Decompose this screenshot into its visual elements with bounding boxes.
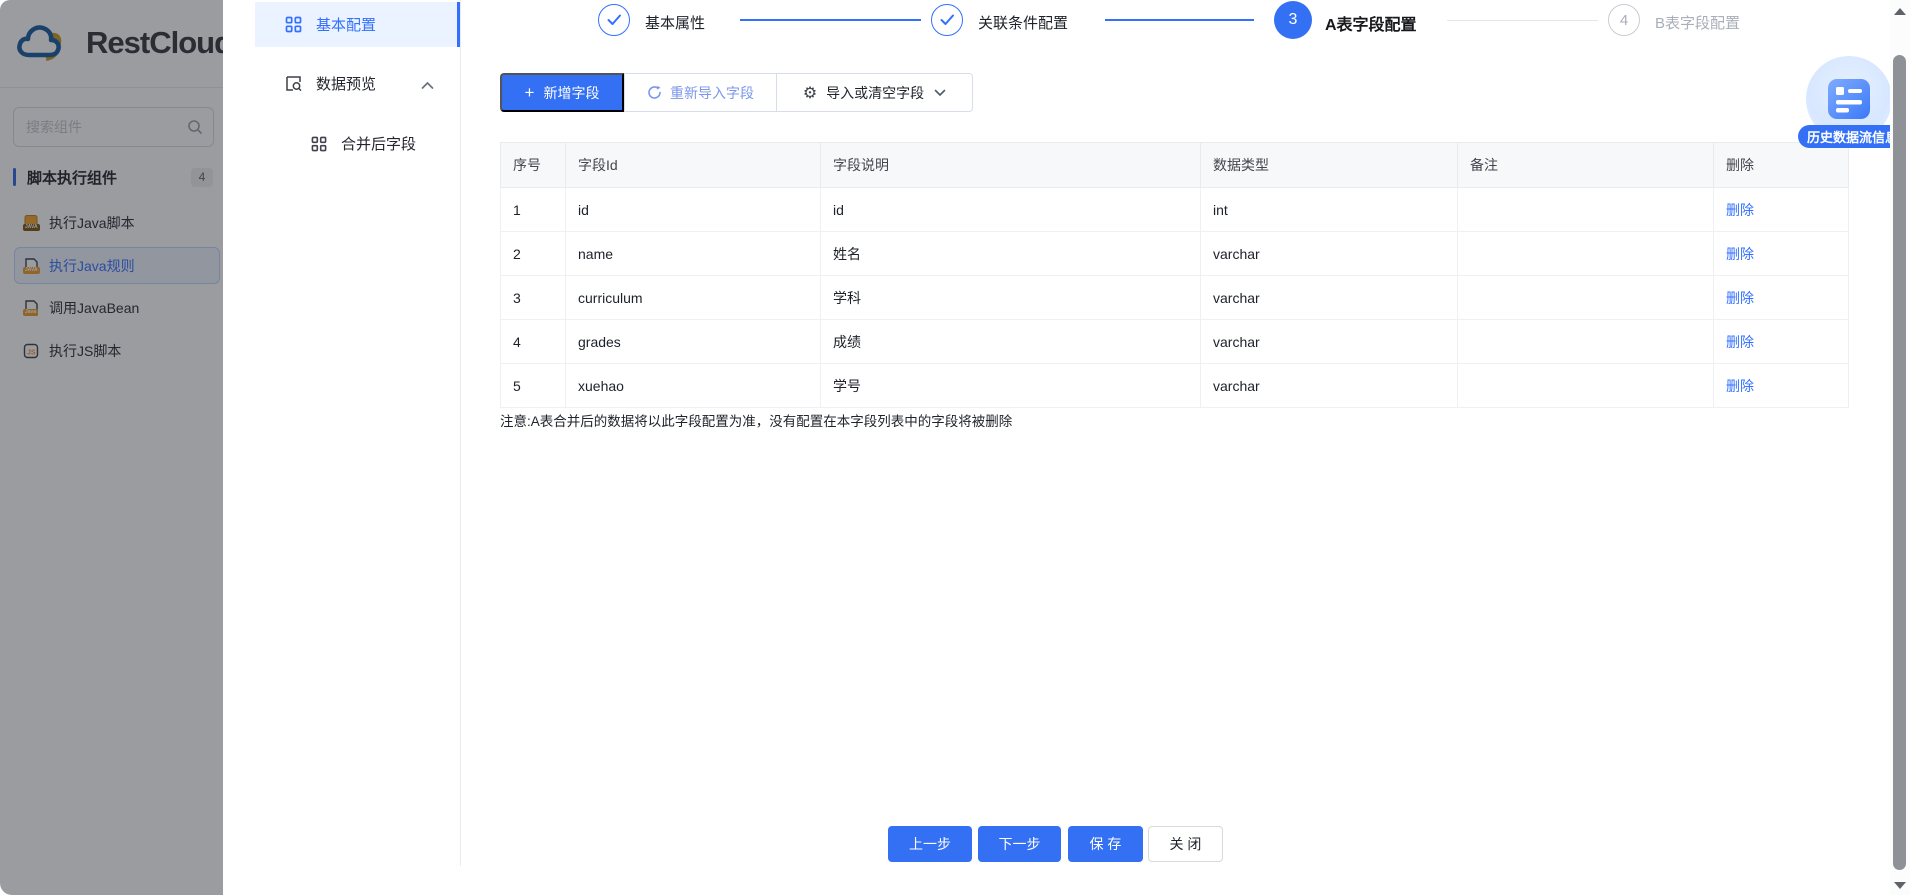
app-window: RestCloud 脚本执行组件 4 JAVA 执行Java脚本 JAV bbox=[0, 0, 1910, 895]
table-row: 5 xuehao 学号 varchar 删除 bbox=[500, 363, 1849, 408]
table-row: 1 id id int 删除 bbox=[500, 187, 1849, 232]
close-button[interactable]: 关 闭 bbox=[1148, 826, 1223, 862]
scrollbar-thumb[interactable] bbox=[1893, 55, 1906, 870]
modal-dim-overlay[interactable] bbox=[0, 0, 223, 895]
delete-row-link[interactable]: 删除 bbox=[1726, 246, 1754, 262]
col-header-delete: 删除 bbox=[1713, 142, 1849, 188]
save-button[interactable]: 保 存 bbox=[1068, 826, 1143, 862]
step-4-label: B表字段配置 bbox=[1655, 15, 1741, 32]
step-3-label: A表字段配置 bbox=[1325, 17, 1417, 34]
table-note: 注意:A表合并后的数据将以此字段配置为准，没有配置在本字段列表中的字段将被删除 bbox=[500, 414, 1013, 429]
delete-row-link[interactable]: 删除 bbox=[1726, 202, 1754, 218]
import-or-clear-fields-button[interactable]: ⚙ 导入或清空字段 bbox=[777, 73, 973, 112]
table-toolbar: + 新增字段 重新导入字段 ⚙ 导入或清空字段 bbox=[500, 73, 973, 112]
step-1-label: 基本属性 bbox=[645, 15, 706, 32]
step-connector bbox=[1447, 20, 1598, 21]
reimport-fields-button[interactable]: 重新导入字段 bbox=[624, 73, 777, 112]
table-header-row: 序号 字段Id 字段说明 数据类型 备注 删除 bbox=[500, 142, 1849, 188]
plus-icon: + bbox=[524, 82, 535, 102]
grid-icon bbox=[285, 16, 302, 33]
grid-icon bbox=[311, 136, 327, 152]
config-drawer: 基本配置 数据预览 合并后字段 基本属性 关联条件配置 3 A表字段配置 4 B… bbox=[223, 0, 1910, 895]
nav-item-merged-fields[interactable]: 合并后字段 bbox=[255, 121, 460, 166]
add-field-button[interactable]: + 新增字段 bbox=[500, 73, 624, 112]
col-header-field-desc: 字段说明 bbox=[820, 142, 1201, 188]
delete-row-link[interactable]: 删除 bbox=[1726, 378, 1754, 394]
step-connector bbox=[1105, 19, 1254, 21]
scroll-up-arrow-icon[interactable] bbox=[1894, 8, 1906, 15]
file-search-icon bbox=[285, 75, 302, 92]
prev-step-button[interactable]: 上一步 bbox=[888, 826, 972, 862]
delete-row-link[interactable]: 删除 bbox=[1726, 334, 1754, 350]
delete-row-link[interactable]: 删除 bbox=[1726, 290, 1754, 306]
col-header-seq: 序号 bbox=[500, 142, 566, 188]
vertical-scrollbar[interactable] bbox=[1890, 0, 1910, 895]
scroll-down-arrow-icon[interactable] bbox=[1894, 882, 1906, 889]
table-row: 3 curriculum 学科 varchar 删除 bbox=[500, 275, 1849, 320]
table-row: 4 grades 成绩 varchar 删除 bbox=[500, 319, 1849, 364]
step-4-circle: 4 bbox=[1608, 4, 1640, 36]
fields-table: 序号 字段Id 字段说明 数据类型 备注 删除 1 id id int 删除 2… bbox=[500, 142, 1849, 408]
step-2-circle-check-icon bbox=[931, 4, 963, 36]
step-3-circle: 3 bbox=[1274, 1, 1312, 39]
next-step-button[interactable]: 下一步 bbox=[978, 826, 1061, 862]
drawer-nav-column: 基本配置 数据预览 合并后字段 bbox=[223, 0, 461, 866]
col-header-data-type: 数据类型 bbox=[1200, 142, 1458, 188]
nav-item-data-preview[interactable]: 数据预览 bbox=[255, 61, 460, 106]
step-connector bbox=[740, 19, 921, 21]
table-row: 2 name 姓名 varchar 删除 bbox=[500, 231, 1849, 276]
nav-item-basic-config[interactable]: 基本配置 bbox=[255, 2, 460, 47]
chevron-down-icon bbox=[934, 89, 946, 96]
col-header-remark: 备注 bbox=[1457, 142, 1714, 188]
step-1-circle-check-icon bbox=[598, 4, 630, 36]
chevron-up-icon[interactable] bbox=[421, 77, 434, 95]
step-2-label: 关联条件配置 bbox=[978, 15, 1069, 32]
history-dataflow-icon bbox=[1828, 79, 1870, 119]
gear-icon: ⚙ bbox=[802, 83, 818, 102]
col-header-field-id: 字段Id bbox=[565, 142, 821, 188]
refresh-icon bbox=[648, 85, 661, 99]
